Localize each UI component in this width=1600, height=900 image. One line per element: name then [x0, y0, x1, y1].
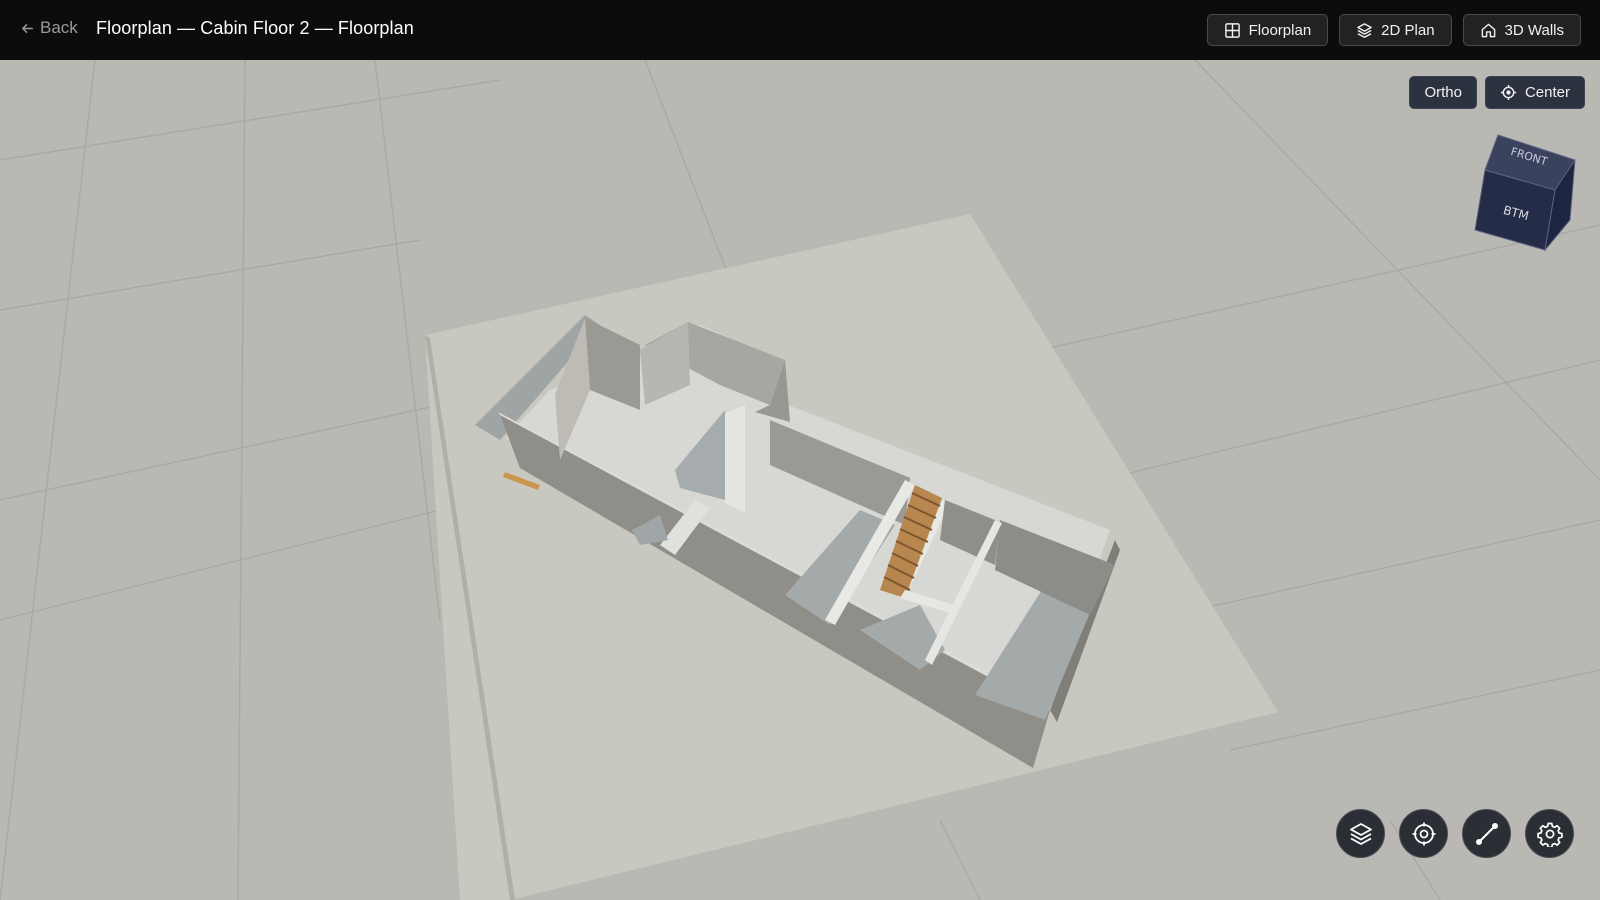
floorplan-view-button[interactable]: Floorplan — [1206, 14, 1329, 46]
arrow-left-icon — [22, 23, 33, 33]
3d-walls-view-label: 3D Walls — [1504, 21, 1564, 39]
3d-viewport[interactable]: FRONT BTM — [0, 60, 1600, 900]
view-mode-switcher: Floorplan 2D Plan 3D Walls — [1206, 14, 1581, 46]
measure-tool-button[interactable] — [1462, 809, 1511, 858]
layers-icon — [1349, 822, 1372, 845]
2d-plan-view-label: 2D Plan — [1381, 21, 1435, 39]
tool-toolbar — [1336, 809, 1574, 858]
gear-icon — [1536, 822, 1563, 847]
center-label: Center — [1524, 84, 1570, 101]
grid-icon — [1224, 22, 1240, 38]
2d-plan-view-button[interactable]: 2D Plan — [1339, 14, 1452, 46]
back-label: Back — [40, 18, 78, 37]
3d-walls-view-button[interactable]: 3D Walls — [1462, 14, 1581, 46]
layers-tool-button[interactable] — [1336, 809, 1385, 858]
view-cube[interactable]: FRONT BTM — [1470, 130, 1580, 255]
crosshair-icon — [1500, 84, 1517, 101]
back-button[interactable]: Back — [20, 18, 78, 38]
center-button[interactable]: Center — [1484, 76, 1585, 109]
3d-scene[interactable] — [0, 60, 1600, 900]
settings-tool-button[interactable] — [1525, 809, 1574, 858]
home-icon — [1481, 23, 1495, 37]
measure-line-icon — [1475, 822, 1498, 845]
ortho-label: Ortho — [1424, 84, 1462, 101]
top-bar: Back Floorplan — Cabin Floor 2 — Floorpl… — [0, 0, 1600, 60]
camera-controls: Ortho Center — [1409, 76, 1585, 109]
layers-icon — [1357, 22, 1372, 38]
floorplan-view-label: Floorplan — [1248, 21, 1312, 39]
ortho-button[interactable]: Ortho — [1409, 76, 1477, 109]
page-title: Floorplan — Cabin Floor 2 — Floorplan — [96, 18, 414, 38]
target-icon — [1412, 822, 1435, 845]
target-tool-button[interactable] — [1399, 809, 1448, 858]
